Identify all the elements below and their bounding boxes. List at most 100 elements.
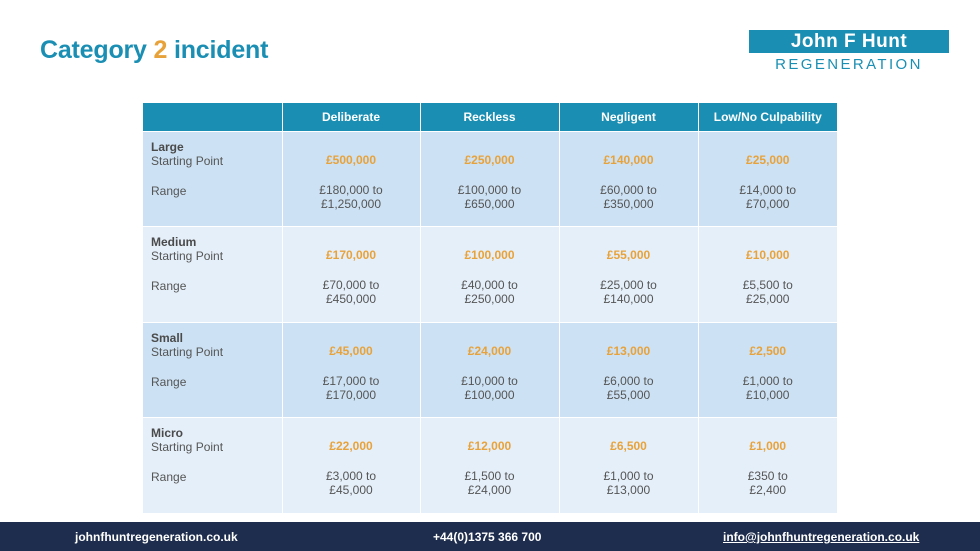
starting-point-value: £22,000 bbox=[329, 439, 373, 453]
range-value: £1,500 to £24,000 bbox=[421, 469, 559, 497]
range-to: £10,000 bbox=[746, 387, 790, 402]
starting-point-label: Starting Point bbox=[151, 440, 224, 454]
starting-point-label: Starting Point bbox=[151, 249, 224, 263]
range-from: £100,000 to bbox=[457, 182, 522, 197]
title-suffix: incident bbox=[167, 36, 269, 64]
table-header-row: Deliberate Reckless Negligent Low/No Culpab… bbox=[143, 103, 837, 132]
fines-table: Deliberate Reckless Negligent Low/No Culpab… bbox=[143, 103, 837, 514]
range-value: £1,000 to £13,000 bbox=[560, 469, 698, 497]
range-to: £2,400 bbox=[749, 483, 787, 497]
footer-email-link[interactable]: info@johnfhuntregeneration.co.uk bbox=[723, 530, 919, 544]
table-row: Micro Starting Point Range £22,000 £3,000 to… bbox=[143, 417, 838, 514]
starting-point-value: £500,000 bbox=[325, 152, 377, 167]
range-to: £350,000 bbox=[603, 196, 654, 211]
table-cell: £45,000 £17,000 to £170,000 bbox=[282, 322, 421, 418]
range-to: £100,000 bbox=[464, 387, 515, 402]
table-cell: £55,000 £25,000 to £140,000 bbox=[559, 226, 699, 323]
starting-point-value: £13,000 bbox=[606, 343, 651, 358]
starting-point-value: £12,000 bbox=[467, 439, 512, 453]
range-value: £25,000 to £140,000 bbox=[560, 278, 698, 306]
table-cell: £10,000 £5,500 to £25,000 bbox=[698, 226, 838, 323]
range-from: £17,000 to bbox=[322, 373, 380, 388]
range-to: £45,000 bbox=[329, 483, 373, 497]
range-to: £13,000 bbox=[606, 483, 651, 497]
range-to: £170,000 bbox=[325, 387, 377, 402]
footer-phone: +44(0)1375 366 700 bbox=[433, 530, 542, 544]
starting-point-value: £100,000 bbox=[464, 248, 515, 262]
table-cell: £25,000 £14,000 to £70,000 bbox=[698, 131, 837, 227]
range-value: £10,000 to £100,000 bbox=[421, 374, 559, 402]
row-size-label: Micro bbox=[151, 426, 184, 440]
range-from: £6,000 to bbox=[603, 373, 654, 388]
table-cell: £22,000 £3,000 to £45,000 bbox=[282, 417, 421, 514]
range-to: £55,000 bbox=[606, 387, 651, 402]
range-value: £14,000 to £70,000 bbox=[699, 183, 838, 211]
table-row: Medium Starting Point Range £170,000 £70,000… bbox=[143, 226, 838, 323]
table-cell: £250,000 £100,000 to £650,000 bbox=[420, 131, 560, 227]
table-row: Large Starting Point Range £500,000 £180,000… bbox=[143, 131, 837, 227]
range-from: £1,500 to bbox=[464, 469, 515, 483]
table-cell: £2,500 £1,000 to £10,000 bbox=[698, 322, 837, 418]
table-cell: £140,000 £60,000 to £350,000 bbox=[559, 131, 699, 227]
range-to: £24,000 bbox=[467, 483, 512, 497]
logo-name: John F Hunt bbox=[749, 30, 949, 53]
footer-bar: johnfhuntregeneration.co.uk +44(0)1375 3… bbox=[0, 522, 980, 551]
range-label: Range bbox=[151, 374, 187, 389]
row-header-cell: Small Starting Point Range bbox=[143, 322, 283, 418]
starting-point-value: £250,000 bbox=[464, 152, 515, 167]
range-to: £140,000 bbox=[603, 292, 654, 306]
range-label: Range bbox=[151, 183, 187, 198]
range-to: £650,000 bbox=[464, 196, 515, 211]
row-header-cell: Micro Starting Point Range bbox=[143, 417, 283, 514]
range-from: £60,000 to bbox=[600, 182, 657, 197]
title-number: 2 bbox=[153, 36, 168, 64]
starting-point-label: Starting Point bbox=[151, 153, 224, 168]
range-value: £70,000 to £450,000 bbox=[283, 278, 420, 306]
range-from: £1,000 to bbox=[603, 469, 654, 483]
range-value: £6,000 to £55,000 bbox=[560, 374, 698, 402]
starting-point-value: £10,000 bbox=[746, 248, 790, 262]
range-value: £3,000 to £45,000 bbox=[283, 469, 420, 497]
table-cell: £1,000 £350 to £2,400 bbox=[698, 417, 838, 514]
starting-point-value: £24,000 bbox=[467, 343, 512, 358]
row-size-label: Large bbox=[151, 139, 184, 154]
row-size-label: Small bbox=[151, 330, 184, 345]
starting-point-label: Starting Point bbox=[151, 344, 224, 359]
header-corner bbox=[143, 103, 283, 132]
starting-point-value: £140,000 bbox=[603, 152, 654, 167]
range-value: £350 to £2,400 bbox=[699, 469, 838, 497]
range-from: £5,500 to bbox=[742, 278, 793, 292]
logo-tagline: REGENERATION bbox=[775, 56, 923, 73]
starting-point-value: £25,000 bbox=[746, 152, 790, 167]
starting-point-value: £45,000 bbox=[329, 343, 373, 358]
range-to: £25,000 bbox=[746, 292, 790, 306]
column-header: Low/No Culpability bbox=[698, 103, 837, 132]
company-logo: John F Hunt REGENERATION bbox=[749, 30, 949, 73]
column-header: Negligent bbox=[559, 103, 699, 132]
range-from: £350 to bbox=[747, 469, 788, 483]
range-label: Range bbox=[151, 279, 187, 293]
table-row: Small Starting Point Range £45,000 £17,000 t… bbox=[143, 322, 837, 418]
range-value: £100,000 to £650,000 bbox=[421, 183, 559, 211]
footer-website-link[interactable]: johnfhuntregeneration.co.uk bbox=[75, 530, 238, 544]
range-from: £180,000 to bbox=[319, 182, 383, 197]
range-from: £40,000 to bbox=[461, 278, 518, 292]
range-label: Range bbox=[151, 470, 187, 484]
table-cell: £12,000 £1,500 to £24,000 bbox=[420, 417, 560, 514]
table-cell: £500,000 £180,000 to £1,250,000 bbox=[282, 131, 421, 227]
column-header: Deliberate bbox=[282, 103, 421, 132]
range-to: £450,000 bbox=[325, 292, 377, 306]
range-value: £17,000 to £170,000 bbox=[283, 374, 420, 402]
table-cell: £13,000 £6,000 to £55,000 bbox=[559, 322, 699, 418]
starting-point-value: £6,500 bbox=[610, 439, 647, 453]
range-to: £1,250,000 bbox=[320, 196, 382, 211]
range-from: £70,000 to bbox=[322, 278, 380, 292]
range-from: £1,000 to bbox=[742, 373, 793, 388]
starting-point-value: £170,000 bbox=[325, 248, 377, 262]
row-size-label: Medium bbox=[151, 235, 197, 249]
starting-point-value: £1,000 bbox=[749, 439, 787, 453]
range-to: £250,000 bbox=[464, 292, 515, 306]
table-cell: £170,000 £70,000 to £450,000 bbox=[282, 226, 421, 323]
range-from: £10,000 to bbox=[461, 373, 518, 388]
range-value: £5,500 to £25,000 bbox=[699, 278, 838, 306]
